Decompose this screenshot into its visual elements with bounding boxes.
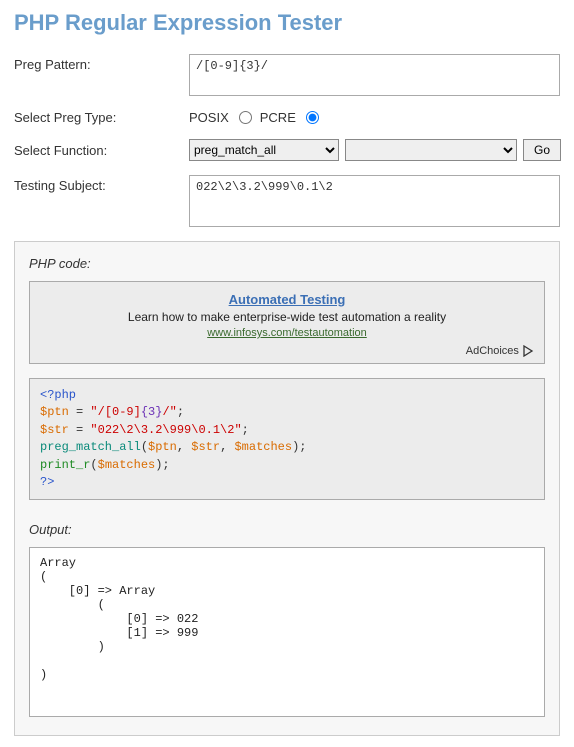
- go-button[interactable]: Go: [523, 139, 561, 161]
- pattern-label: Preg Pattern:: [14, 54, 189, 72]
- preg-type-label: Select Preg Type:: [14, 110, 189, 125]
- extra-select[interactable]: [345, 139, 517, 161]
- function-label: Select Function:: [14, 143, 189, 158]
- code-l3-eq: =: [69, 423, 91, 437]
- output-box: Array ( [0] => Array ( [0] => 022 [1] =>…: [29, 547, 545, 717]
- results-panel: PHP code: Automated Testing Learn how to…: [14, 241, 560, 736]
- code-l4-p2: );: [292, 440, 306, 454]
- code-l2-str3: /": [162, 405, 176, 419]
- code-l3-semi: ;: [242, 423, 249, 437]
- code-l2-str1: "/[0-9]: [90, 405, 140, 419]
- adchoices-icon: [522, 345, 534, 357]
- pattern-input[interactable]: /[0-9]{3}/: [189, 54, 560, 96]
- ad-url-link[interactable]: www.infosys.com/testautomation: [207, 327, 367, 339]
- code-l2-str2: {3}: [141, 405, 163, 419]
- php-code-heading: PHP code:: [29, 256, 545, 271]
- code-l5-p2: );: [155, 458, 169, 472]
- code-close-tag: ?>: [40, 475, 54, 489]
- code-l4-arg3: $matches: [234, 440, 292, 454]
- code-l2-semi: ;: [177, 405, 184, 419]
- ad-title-link[interactable]: Automated Testing: [229, 292, 346, 307]
- code-l4-func: preg_match_all: [40, 440, 141, 454]
- code-l5-func: print_r: [40, 458, 90, 472]
- pcre-label: PCRE: [260, 110, 296, 125]
- code-l4-c2: ,: [220, 440, 234, 454]
- code-l2-var: $ptn: [40, 405, 69, 419]
- posix-label: POSIX: [189, 110, 229, 125]
- posix-radio[interactable]: [239, 111, 252, 124]
- output-heading: Output:: [29, 522, 545, 537]
- code-l4-c1: ,: [177, 440, 191, 454]
- php-code-box: <?php $ptn = "/[0-9]{3}/"; $str = "022\2…: [29, 378, 545, 500]
- code-l3-str: "022\2\3.2\999\0.1\2": [90, 423, 241, 437]
- subject-label: Testing Subject:: [14, 175, 189, 193]
- subject-input[interactable]: 022\2\3.2\999\0.1\2: [189, 175, 560, 227]
- pcre-radio[interactable]: [306, 111, 319, 124]
- code-l4-p1: (: [141, 440, 148, 454]
- ad-description: Learn how to make enterprise-wide test a…: [128, 310, 446, 324]
- code-l5-arg: $matches: [98, 458, 156, 472]
- function-select[interactable]: preg_match_all: [189, 139, 339, 161]
- page-title: PHP Regular Expression Tester: [14, 10, 560, 36]
- code-open-tag: <?php: [40, 388, 76, 402]
- ad-box: Automated Testing Learn how to make ente…: [29, 281, 545, 364]
- adchoices-label[interactable]: AdChoices: [466, 345, 519, 357]
- code-l4-arg2: $str: [191, 440, 220, 454]
- code-l4-arg1: $ptn: [148, 440, 177, 454]
- code-l5-p1: (: [90, 458, 97, 472]
- code-l3-var: $str: [40, 423, 69, 437]
- code-l2-eq: =: [69, 405, 91, 419]
